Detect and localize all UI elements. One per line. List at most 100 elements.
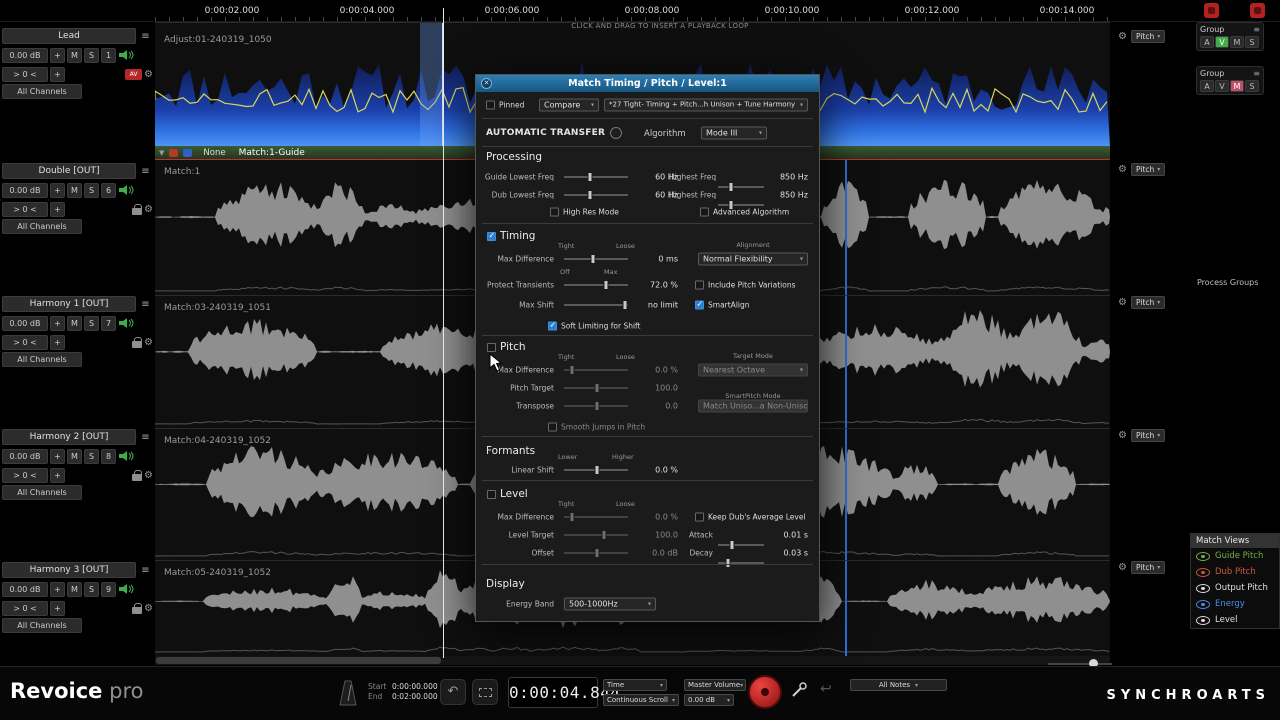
level-target-slider[interactable] <box>564 530 628 540</box>
track-name[interactable]: Lead <box>2 28 136 44</box>
group-a-button[interactable]: A <box>1200 80 1214 92</box>
tool-icon[interactable] <box>790 681 808 703</box>
end-value[interactable]: 0:02:00.000 <box>392 692 438 702</box>
pitch-view-select[interactable]: Pitch▾ <box>1131 296 1165 309</box>
start-value[interactable]: 0:00:00.000 <box>392 682 438 692</box>
eye-icon[interactable] <box>1196 552 1210 561</box>
track-menu-icon[interactable]: ≡ <box>138 432 153 443</box>
add-button[interactable]: + <box>50 582 65 597</box>
channels-select[interactable]: All Channels <box>2 352 82 367</box>
preset-select[interactable]: *27 Tight- Timing + Pitch...h Unison + T… <box>604 98 808 111</box>
keep-dubs-average-level-checkbox[interactable] <box>695 512 704 521</box>
group-s-button[interactable]: S <box>1245 80 1259 92</box>
solo-button[interactable]: S <box>84 582 99 597</box>
track-name[interactable]: Harmony 1 [OUT] <box>2 296 136 312</box>
lock-icon[interactable] <box>132 208 142 215</box>
timing-max-difference-slider[interactable] <box>564 254 628 264</box>
level-enable-checkbox[interactable] <box>487 490 496 499</box>
track-menu-icon[interactable]: ≡ <box>138 299 153 310</box>
gear-icon[interactable]: ⚙ <box>144 471 153 481</box>
track-menu-icon[interactable]: ≡ <box>138 31 153 42</box>
timing-enable-checkbox[interactable] <box>487 232 496 241</box>
gear-icon[interactable]: ⚙ <box>1118 298 1127 308</box>
lock-icon[interactable] <box>132 474 142 481</box>
gain-field[interactable]: 0.00 dB <box>2 183 48 198</box>
compare-select[interactable]: Compare▾ <box>539 98 599 111</box>
master-volume-select[interactable]: Master Volume▾ <box>684 679 746 691</box>
mute-button[interactable]: M <box>67 582 82 597</box>
add-button[interactable]: + <box>50 449 65 464</box>
channels-select[interactable]: All Channels <box>2 485 82 500</box>
speaker-icon[interactable] <box>118 447 135 466</box>
guide-none-label[interactable]: None <box>203 148 225 158</box>
pan-add-button[interactable]: + <box>50 601 65 616</box>
group-a-button[interactable]: A <box>1200 36 1214 48</box>
solo-button[interactable]: S <box>84 449 99 464</box>
eye-icon[interactable] <box>1196 616 1210 625</box>
transpose-slider[interactable] <box>564 401 628 411</box>
pan-field[interactable]: > 0 < <box>2 202 48 217</box>
gear-icon[interactable]: ⚙ <box>1118 431 1127 441</box>
pitch-view-select[interactable]: Pitch▾ <box>1131 561 1165 574</box>
collapse-triangle-icon[interactable]: ▼ <box>159 149 164 157</box>
mute-button[interactable]: M <box>67 48 82 63</box>
gear-icon[interactable]: ⚙ <box>144 338 153 348</box>
pinned-checkbox[interactable] <box>486 100 495 109</box>
gain-field[interactable]: 0.00 dB <box>2 316 48 331</box>
zoom-slider[interactable] <box>1048 663 1112 665</box>
pan-field[interactable]: > 0 < <box>2 335 48 350</box>
pan-field[interactable]: > 0 < <box>2 468 48 483</box>
algorithm-select[interactable]: Mode III▾ <box>701 127 767 140</box>
smartpitch-mode-select[interactable]: Match Uniso...a Non-Unison▾ <box>698 399 808 412</box>
view-toggle-output-pitch[interactable]: Output Pitch <box>1191 580 1279 596</box>
group-s-button[interactable]: S <box>1245 36 1259 48</box>
metronome-icon[interactable] <box>338 679 358 711</box>
mute-button[interactable]: M <box>67 316 82 331</box>
target-mode-select[interactable]: Nearest Octave▾ <box>698 363 808 376</box>
soft-limiting-checkbox[interactable] <box>548 321 557 330</box>
solo-button[interactable]: S <box>84 316 99 331</box>
selection-region[interactable] <box>420 23 443 146</box>
group-m-button[interactable]: M <box>1230 80 1244 92</box>
solo-button[interactable]: S <box>84 183 99 198</box>
scrollbar-thumb[interactable] <box>156 657 441 664</box>
scroll-mode-select[interactable]: Continuous Scroll▾ <box>603 694 679 706</box>
pitch-max-difference-slider[interactable] <box>564 365 628 375</box>
track-name[interactable]: Double [OUT] <box>2 163 136 179</box>
timeline-ruler[interactable]: 0:00:02.000 0:00:04.000 0:00:06.000 0:00… <box>0 0 1280 22</box>
dialog-title-bar[interactable]: ✕ Match Timing / Pitch / Level:1 <box>476 75 819 92</box>
advanced-algorithm-checkbox[interactable] <box>700 207 709 216</box>
guide-lowest-freq-slider[interactable] <box>564 172 628 182</box>
include-pitch-variations-checkbox[interactable] <box>695 280 704 289</box>
pan-add-button[interactable]: + <box>50 202 65 217</box>
view-toggle-dub-pitch[interactable]: Dub Pitch <box>1191 564 1279 580</box>
eye-icon[interactable] <box>1196 600 1210 609</box>
alignment-select[interactable]: Normal Flexibility▾ <box>698 252 808 265</box>
gear-icon[interactable]: ⚙ <box>144 70 153 80</box>
lock-icon[interactable] <box>132 607 142 614</box>
gain-field[interactable]: 0.00 dB <box>2 48 48 63</box>
revoice-process-button[interactable] <box>748 675 782 709</box>
offset-slider[interactable] <box>564 548 628 558</box>
loop-button[interactable] <box>472 679 498 705</box>
playhead[interactable] <box>443 8 444 658</box>
speaker-icon[interactable] <box>118 314 135 333</box>
pan-add-button[interactable]: + <box>50 468 65 483</box>
gear-icon[interactable]: ⚙ <box>144 205 153 215</box>
view-toggle-level[interactable]: Level <box>1191 612 1279 628</box>
track-menu-icon[interactable]: ≡ <box>138 166 153 177</box>
energy-band-select[interactable]: 500-1000Hz▾ <box>564 597 656 610</box>
gain-field[interactable]: 0.00 dB <box>2 582 48 597</box>
undo-button[interactable]: ↶ <box>440 679 466 705</box>
group-v-button[interactable]: V <box>1215 80 1229 92</box>
pitch-view-select[interactable]: Pitch▾ <box>1131 163 1165 176</box>
max-shift-slider[interactable] <box>564 300 628 310</box>
channels-select[interactable]: All Channels <box>2 219 82 234</box>
pan-add-button[interactable]: + <box>50 335 65 350</box>
speaker-icon[interactable] <box>118 46 135 65</box>
eye-icon[interactable] <box>1196 584 1210 593</box>
gear-icon[interactable]: ⚙ <box>1118 32 1127 42</box>
close-icon[interactable]: ✕ <box>481 78 492 89</box>
pitch-view-select[interactable]: Pitch▾ <box>1131 30 1165 43</box>
group-v-button[interactable]: V <box>1215 36 1229 48</box>
